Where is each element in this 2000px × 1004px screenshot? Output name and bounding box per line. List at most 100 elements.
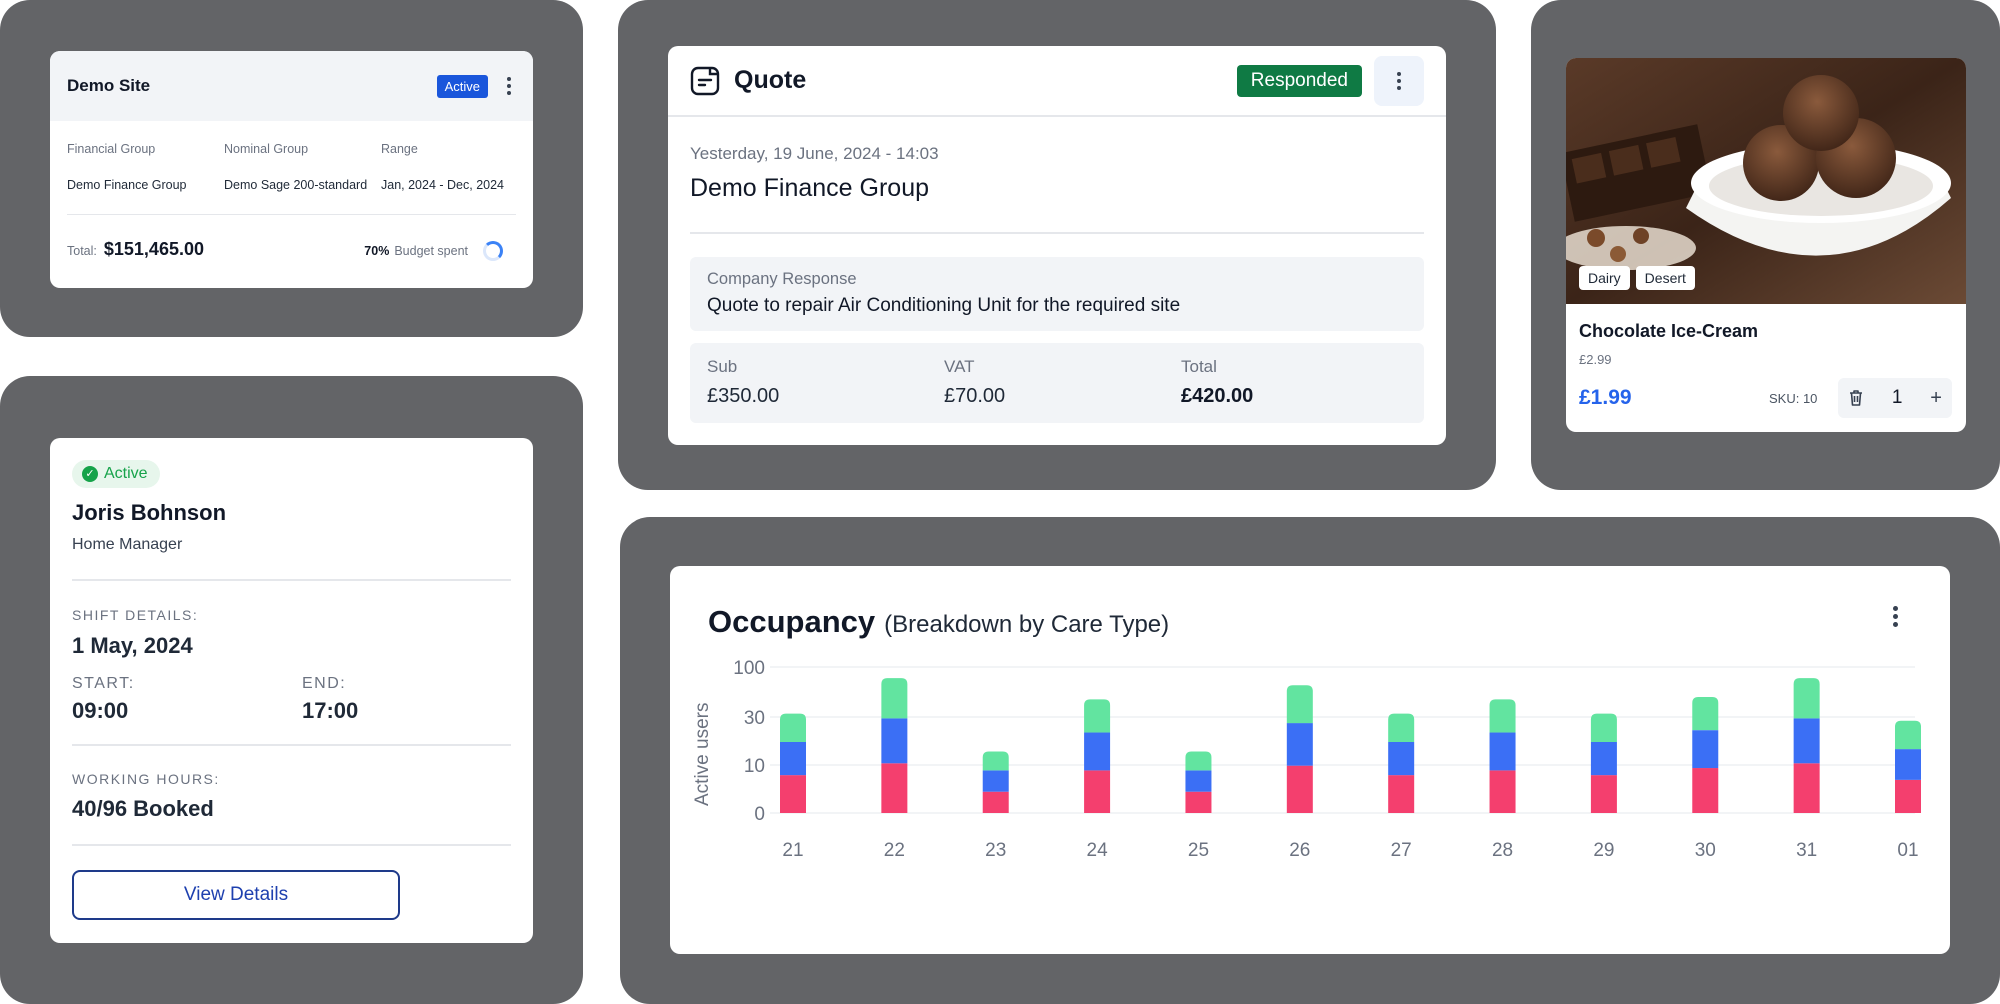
budget-percent: 70% <box>364 244 390 258</box>
x-tick-label: 01 <box>1897 840 1918 861</box>
budget-progress-ring-icon <box>483 241 503 261</box>
financial-group-value: Demo Finance Group <box>67 178 187 192</box>
bar-segment <box>1286 685 1313 724</box>
chart-subtitle: (Breakdown by Care Type) <box>884 611 1170 638</box>
check-circle-icon: ✓ <box>82 466 98 482</box>
budget-spent: 70% Budget spent <box>364 241 503 261</box>
occupancy-chart-card: 0 10 30 100 21 22 23 24 25 26 27 28 29 30 31 01 Occupan… <box>670 566 1950 954</box>
working-hours-label: WORKING HOURS: <box>72 771 220 787</box>
bar-segment <box>1185 791 1212 813</box>
product-card: Dairy Desert Chocolate Ice-Cream £2.99 £… <box>1566 58 1966 432</box>
divider <box>690 232 1424 234</box>
bar-segment <box>1590 713 1617 742</box>
nominal-group-value: Demo Sage 200-standard <box>224 178 368 192</box>
subtotal-value: £350.00 <box>707 385 780 407</box>
site-card: Demo Site Active Financial Group Nominal… <box>50 51 533 288</box>
shift-date: 1 May, 2024 <box>72 633 193 658</box>
response-text: Quote to repair Air Conditioning Unit fo… <box>707 295 1181 316</box>
bar-segment <box>1895 749 1921 780</box>
original-price: £2.99 <box>1579 352 1612 367</box>
x-tick-label: 21 <box>782 840 803 861</box>
person-name: Joris Bohnson <box>72 500 227 525</box>
plus-icon[interactable]: + <box>1930 387 1942 410</box>
quote-company: Demo Finance Group <box>690 174 930 202</box>
divider <box>72 744 511 746</box>
bar-segment <box>982 751 1009 771</box>
bar-segment <box>982 791 1009 813</box>
subtotal-label: Sub <box>707 357 738 376</box>
site-total: Total: $151,465.00 <box>67 239 204 260</box>
status-label: Active <box>104 465 148 482</box>
company-response: Company Response Quote to repair Air Con… <box>690 257 1424 331</box>
bar-segment <box>881 763 908 813</box>
bar-segment <box>1793 718 1820 764</box>
bar-segment <box>780 742 806 776</box>
bar-segment <box>1793 678 1820 719</box>
quote-title: Quote <box>734 66 807 94</box>
trash-icon[interactable] <box>1848 389 1864 407</box>
y-axis-title: Active users <box>692 702 713 806</box>
total-value: £420.00 <box>1181 385 1254 407</box>
bar-segment <box>1084 699 1111 733</box>
site-title: Demo Site <box>67 76 151 95</box>
bar-segment <box>1388 713 1415 742</box>
bar-segment <box>1388 775 1415 813</box>
bar-segment <box>881 678 908 719</box>
response-label: Company Response <box>707 270 857 288</box>
bar-segment <box>982 770 1009 792</box>
y-tick-label: 30 <box>744 708 765 729</box>
bar-segment <box>1185 770 1212 792</box>
bar-segment <box>1286 723 1313 766</box>
x-tick-label: 23 <box>985 840 1006 861</box>
range-label: Range <box>381 142 418 156</box>
end-label: END: <box>302 675 347 692</box>
chart-title: Occupancy (Breakdown by Care Type) <box>708 604 1169 640</box>
product-sku: SKU: 10 <box>1769 391 1818 406</box>
document-icon <box>690 66 720 95</box>
financial-group-label: Financial Group <box>67 142 156 156</box>
bar-segment <box>1793 763 1820 813</box>
total-value: $151,465.00 <box>103 239 204 259</box>
y-tick-label: 100 <box>733 658 765 679</box>
bar-segment <box>1590 742 1617 776</box>
nominal-group-label: Nominal Group <box>224 142 309 156</box>
subtotal: Sub £350.00 <box>707 357 779 408</box>
y-tick-label: 0 <box>754 804 765 825</box>
more-options-icon[interactable] <box>1888 606 1902 627</box>
vat-value: £70.00 <box>944 385 1006 407</box>
bar-segment <box>1084 770 1111 813</box>
bar-segment <box>1388 742 1415 776</box>
bar-segment <box>1692 768 1719 813</box>
chart-title-main: Occupancy <box>708 604 876 639</box>
quantity-value: 1 <box>1891 387 1903 408</box>
end-time: 17:00 <box>302 698 359 723</box>
divider <box>67 214 516 215</box>
quote-card: Quote Responded Yesterday, 19 June, 2024… <box>668 46 1446 445</box>
status-badge: Responded <box>1236 64 1362 97</box>
bar-segment <box>1084 732 1111 771</box>
product-tags: Dairy Desert <box>1579 266 1695 290</box>
bar-segment <box>780 713 806 742</box>
budget-label: Budget spent <box>394 244 468 258</box>
x-tick-label: 26 <box>1289 840 1310 861</box>
quantity-stepper[interactable]: 1 + <box>1838 378 1952 418</box>
more-options-icon[interactable] <box>502 77 516 95</box>
status-pill: ✓ Active <box>72 460 160 488</box>
bar-segment <box>1692 697 1719 731</box>
bar-segment <box>1489 770 1516 813</box>
start-label: START: <box>72 675 135 692</box>
shift-details-label: SHIFT DETAILS: <box>72 607 199 623</box>
bar-segment <box>1590 775 1617 813</box>
more-options-button[interactable] <box>1374 55 1424 106</box>
tag: Desert <box>1635 266 1695 290</box>
bar-segment <box>1286 765 1313 813</box>
bar-segment <box>1489 732 1516 771</box>
x-tick-label: 25 <box>1188 840 1209 861</box>
view-details-button[interactable]: View Details <box>72 870 400 920</box>
person-role: Home Manager <box>72 536 183 553</box>
divider <box>72 579 511 581</box>
tag: Dairy <box>1579 266 1630 290</box>
quote-totals: Sub £350.00 VAT £70.00 Total £420.00 <box>690 343 1424 423</box>
bar-segment <box>881 718 908 764</box>
product-name: Chocolate Ice-Cream <box>1579 321 1759 341</box>
